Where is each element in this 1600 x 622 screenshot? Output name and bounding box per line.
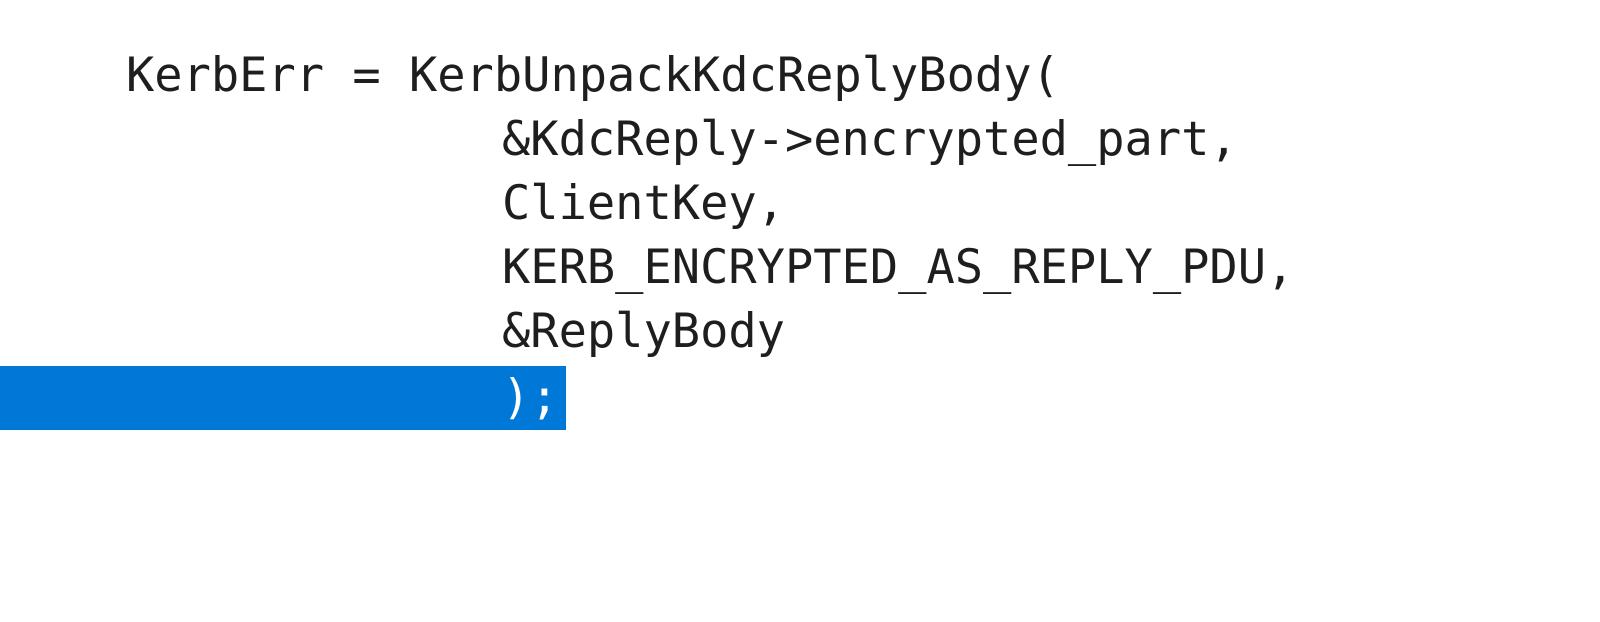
code-line-text: &KdcReply->encrypted_part,: [502, 112, 1238, 167]
code-line-text: KerbErr = KerbUnpackKdcReplyBody(: [126, 48, 1060, 103]
code-line: &KdcReply->encrypted_part,: [0, 108, 1600, 172]
code-line: KERB_ENCRYPTED_AS_REPLY_PDU,: [0, 236, 1600, 300]
code-line-text: KERB_ENCRYPTED_AS_REPLY_PDU,: [502, 240, 1295, 295]
code-line-selected: );: [0, 366, 1600, 430]
code-line: ClientKey,: [0, 172, 1600, 236]
code-line: KerbErr = KerbUnpackKdcReplyBody(: [0, 44, 1600, 108]
code-line-text: &ReplyBody: [502, 304, 785, 359]
text-selection-highlight: [0, 366, 566, 430]
code-line: &ReplyBody: [0, 300, 1600, 364]
code-editor[interactable]: KerbErr = KerbUnpackKdcReplyBody( &KdcRe…: [0, 0, 1600, 478]
code-line-text: );: [502, 370, 559, 425]
code-line-text: ClientKey,: [502, 176, 785, 231]
